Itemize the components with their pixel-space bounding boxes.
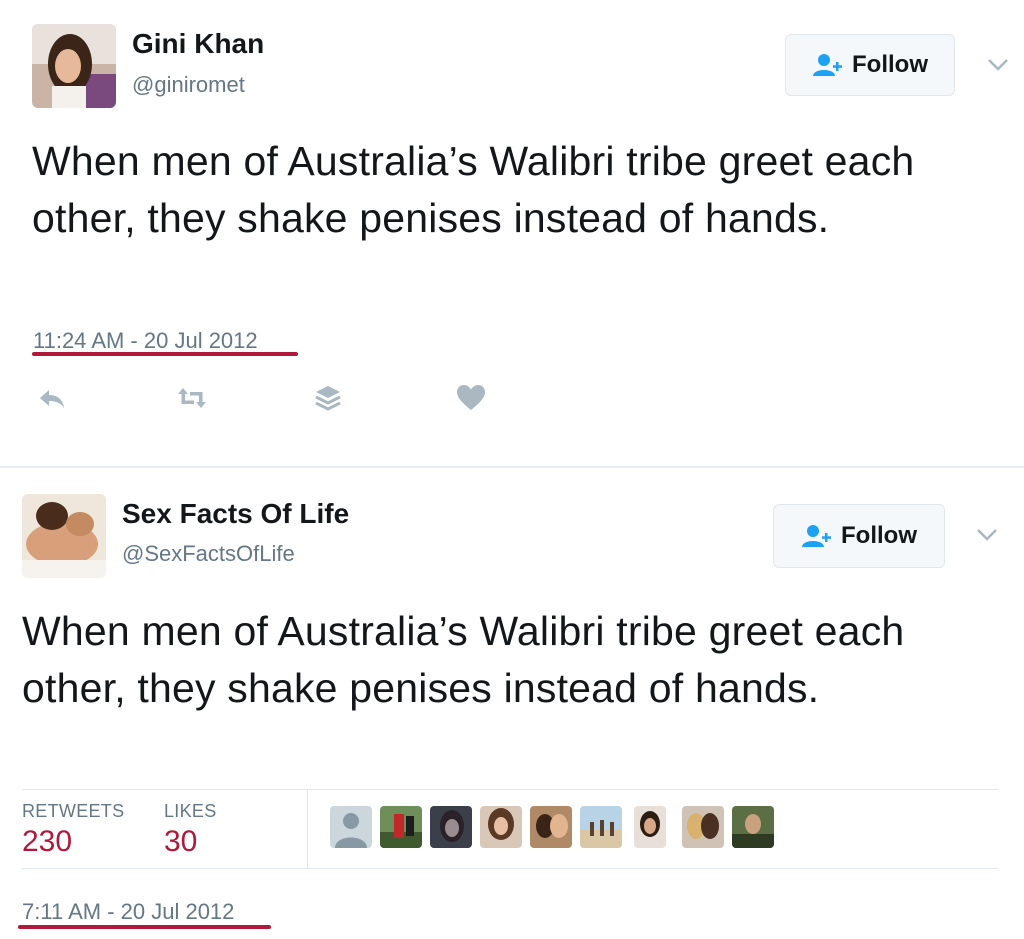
follow-button[interactable]: Follow bbox=[773, 504, 945, 568]
liker-avatar[interactable] bbox=[330, 806, 372, 848]
heart-icon[interactable] bbox=[455, 382, 487, 414]
liker-avatar[interactable] bbox=[430, 806, 472, 848]
liker-avatar[interactable] bbox=[530, 806, 572, 848]
follow-label: Follow bbox=[852, 51, 928, 78]
avatar[interactable] bbox=[32, 24, 116, 108]
likes-label[interactable]: LIKES bbox=[164, 801, 217, 822]
tweet-text: When men of Australia’s Walibri tribe gr… bbox=[22, 608, 905, 711]
retweets-count[interactable]: 230 bbox=[22, 825, 72, 859]
likes-count[interactable]: 30 bbox=[164, 825, 197, 859]
stack-icon[interactable] bbox=[312, 382, 344, 414]
liker-avatar[interactable] bbox=[634, 806, 666, 848]
highlight-underline bbox=[32, 352, 298, 356]
follow-label: Follow bbox=[841, 522, 917, 549]
liker-avatar[interactable] bbox=[732, 806, 774, 848]
handle[interactable]: @SexFactsOfLife bbox=[122, 541, 295, 567]
retweet-icon[interactable] bbox=[176, 382, 208, 414]
reply-icon[interactable] bbox=[36, 382, 68, 414]
stats-separator bbox=[307, 789, 308, 868]
liker-avatar[interactable] bbox=[380, 806, 422, 848]
stats-divider-top bbox=[22, 789, 998, 790]
add-user-icon bbox=[813, 54, 842, 76]
display-name[interactable]: Sex Facts Of Life bbox=[122, 498, 349, 530]
liker-avatar[interactable] bbox=[580, 806, 622, 848]
display-name[interactable]: Gini Khan bbox=[132, 28, 264, 60]
highlight-underline bbox=[18, 925, 271, 929]
timestamp[interactable]: 7:11 AM - 20 Jul 2012 bbox=[22, 899, 234, 925]
liker-avatar[interactable] bbox=[682, 806, 724, 848]
chevron-down-icon[interactable] bbox=[976, 528, 998, 542]
timestamp[interactable]: 11:24 AM - 20 Jul 2012 bbox=[33, 328, 258, 354]
tweet-sex-facts-of-life: Sex Facts Of Life @SexFactsOfLife Follow… bbox=[0, 468, 1024, 939]
avatar[interactable] bbox=[22, 494, 106, 578]
handle[interactable]: @giniromet bbox=[132, 72, 245, 98]
tweet-gini-khan: Gini Khan @giniromet Follow When men of … bbox=[0, 0, 1024, 466]
follow-button[interactable]: Follow bbox=[785, 34, 955, 96]
stats-divider-bottom bbox=[22, 868, 998, 869]
chevron-down-icon[interactable] bbox=[987, 58, 1009, 72]
add-user-icon bbox=[802, 525, 831, 547]
retweets-label[interactable]: RETWEETS bbox=[22, 801, 124, 822]
tweet-text: When men of Australia’s Walibri tribe gr… bbox=[32, 138, 915, 241]
liker-avatar[interactable] bbox=[480, 806, 522, 848]
